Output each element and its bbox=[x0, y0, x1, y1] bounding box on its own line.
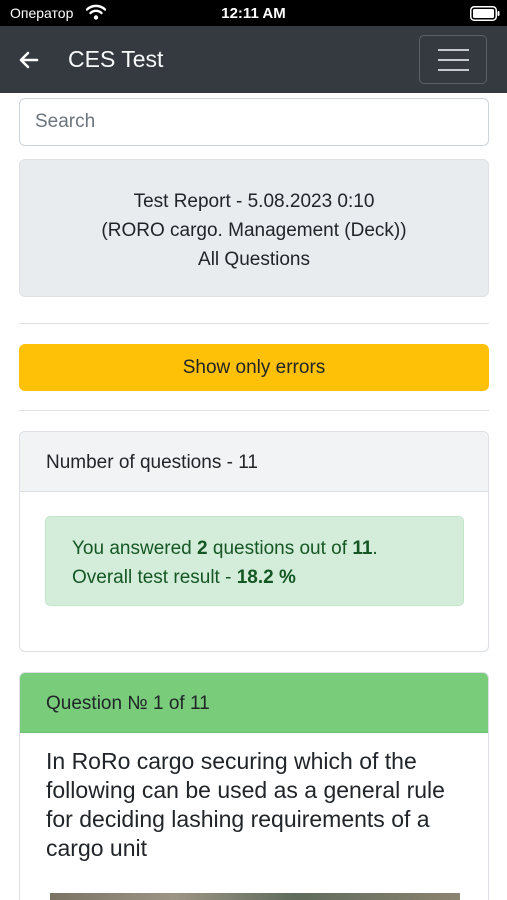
show-only-errors-button[interactable]: Show only errors bbox=[19, 344, 489, 391]
divider bbox=[19, 323, 489, 324]
result-prefix: Overall test result - bbox=[72, 567, 237, 588]
question-image bbox=[50, 893, 460, 900]
status-bar: Оператор 12:11 AM bbox=[0, 0, 507, 26]
report-course: (RORO cargo. Management (Deck)) bbox=[101, 220, 407, 241]
report-scope: All Questions bbox=[198, 249, 310, 270]
test-report-box: Test Report - 5.08.2023 0:10 (RORO cargo… bbox=[19, 159, 489, 297]
summary-card: Number of questions - 11 You answered 2 … bbox=[19, 431, 489, 652]
battery-icon bbox=[470, 6, 500, 21]
overall-result: Overall test result - 18.2 % bbox=[72, 563, 463, 592]
question-number-header: Question № 1 of 11 bbox=[20, 673, 488, 733]
result-alert: You answered 2 questions out of 11. Over… bbox=[45, 516, 464, 606]
menu-toggle-button[interactable] bbox=[419, 35, 487, 84]
back-arrow-icon[interactable] bbox=[17, 48, 41, 72]
total-questions: 11 bbox=[352, 538, 373, 559]
question-count-header: Number of questions - 11 bbox=[20, 432, 488, 492]
answered-summary: You answered 2 questions out of 11. bbox=[72, 534, 463, 563]
page-title: CES Test bbox=[68, 46, 164, 72]
question-text: In RoRo cargo securing which of the foll… bbox=[46, 748, 445, 861]
divider bbox=[19, 410, 489, 411]
hamburger-icon-bar bbox=[438, 59, 469, 61]
search-input[interactable] bbox=[19, 98, 489, 146]
report-title: Test Report - 5.08.2023 0:10 bbox=[133, 191, 375, 212]
result-value: 18.2 % bbox=[236, 567, 296, 588]
answered-count: 2 bbox=[197, 538, 208, 559]
question-card: Question № 1 of 11 In RoRo cargo securin… bbox=[19, 672, 489, 900]
hamburger-icon-bar bbox=[438, 49, 469, 51]
answered-suffix: . bbox=[372, 538, 378, 559]
hamburger-icon-bar bbox=[438, 69, 469, 71]
answered-middle: questions out of bbox=[207, 538, 353, 559]
answered-prefix: You answered bbox=[72, 538, 198, 559]
app-navbar: CES Test bbox=[0, 26, 507, 93]
clock: 12:11 AM bbox=[221, 5, 286, 22]
